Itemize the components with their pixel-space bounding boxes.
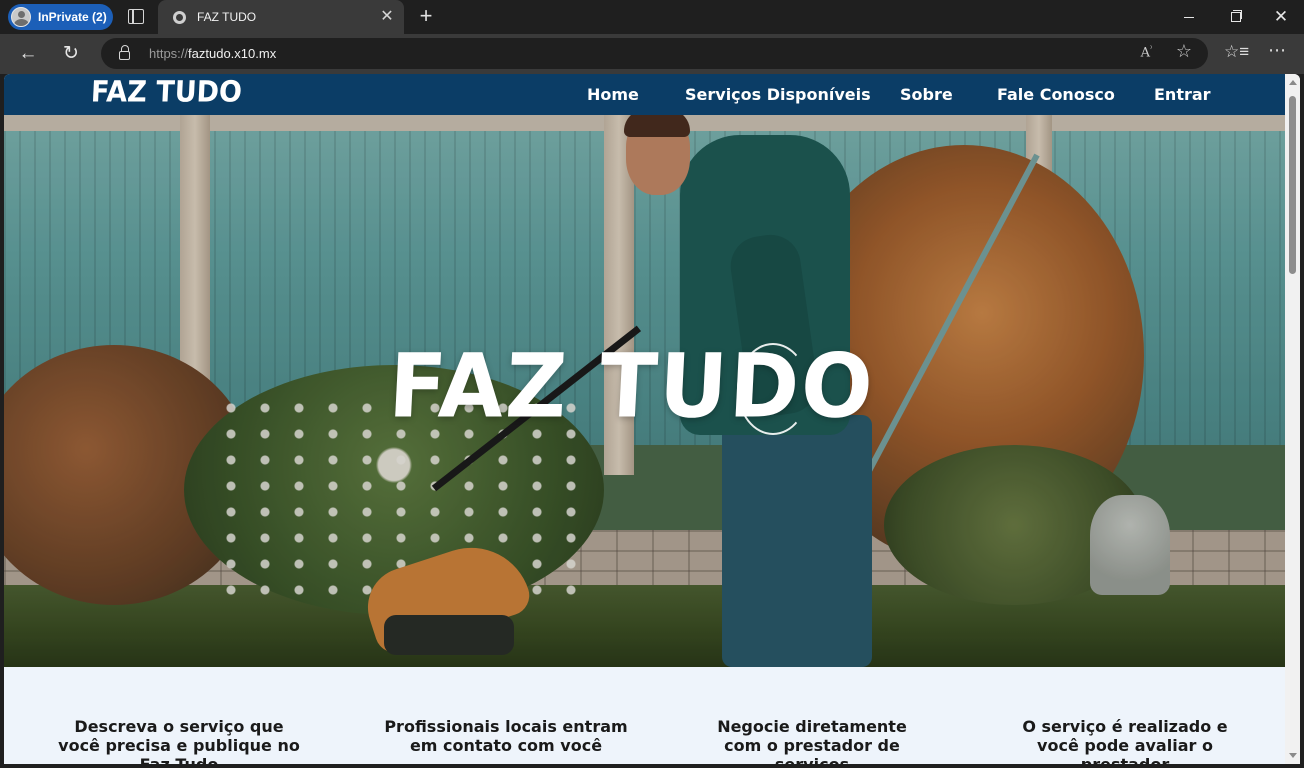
window-close-icon[interactable]: ✕: [1258, 0, 1304, 34]
hero-banner: FAZ TUDO: [4, 115, 1285, 667]
scroll-thumb[interactable]: [1289, 96, 1296, 274]
maximize-icon[interactable]: [1212, 0, 1258, 34]
browser-tab-bar: InPrivate (2) FAZ TUDO ✕ + ✕: [0, 0, 1304, 34]
site-header: FAZ TUDO Home Serviços Disponíveis Sobre…: [4, 74, 1285, 115]
active-tab[interactable]: FAZ TUDO ✕: [158, 0, 404, 34]
site-favicon: [173, 11, 186, 24]
url-scheme: https://: [149, 46, 189, 61]
step-text: Profissionais locais entram em contato c…: [384, 717, 628, 755]
nav-fale-conosco[interactable]: Fale Conosco: [997, 85, 1115, 104]
nav-entrar[interactable]: Entrar: [1154, 85, 1211, 104]
how-it-works-section: Descreva o serviço que você precisa e pu…: [4, 667, 1285, 764]
site-logo[interactable]: FAZ TUDO: [90, 76, 243, 109]
minimize-icon[interactable]: [1166, 0, 1212, 34]
url-text[interactable]: https://faztudo.x10.mx: [149, 46, 276, 61]
close-icon[interactable]: ✕: [378, 8, 396, 26]
favorites-icon[interactable]: ☆≡: [1224, 42, 1249, 62]
browser-toolbar: ← ↻ https://faztudo.x10.mx A⁾ ☆ ☆≡ ⋯: [0, 34, 1304, 74]
profile-avatar-icon: [11, 7, 31, 27]
url-host: faztudo.x10.mx: [188, 46, 277, 61]
step-text: Descreva o serviço que você precisa e pu…: [58, 717, 300, 764]
tab-title: FAZ TUDO: [197, 10, 257, 24]
scroll-down-arrow-icon[interactable]: [1289, 753, 1297, 758]
scroll-up-arrow-icon[interactable]: [1289, 80, 1297, 85]
plus-icon[interactable]: +: [414, 5, 438, 29]
profile-label: InPrivate (2): [38, 10, 107, 24]
back-arrow-icon[interactable]: ←: [14, 41, 42, 67]
reload-icon[interactable]: ↻: [57, 41, 85, 67]
step-text: Negocie diretamente com o prestador de s…: [717, 717, 907, 764]
nav-sobre[interactable]: Sobre: [900, 85, 953, 104]
star-icon[interactable]: ☆: [1176, 41, 1192, 62]
hero-title-ring: [737, 343, 809, 435]
nav-servicos-disponiveis[interactable]: Serviços Disponíveis: [685, 85, 871, 104]
profile-button[interactable]: InPrivate (2): [8, 4, 113, 30]
nav-home[interactable]: Home: [587, 85, 639, 104]
read-aloud-icon[interactable]: A⁾: [1141, 44, 1152, 60]
page-scrollbar[interactable]: [1285, 74, 1300, 764]
page-viewport: FAZ TUDO Home Serviços Disponíveis Sobre…: [4, 74, 1300, 764]
address-bar[interactable]: https://faztudo.x10.mx A⁾ ☆: [101, 38, 1208, 69]
tab-actions-icon[interactable]: [128, 9, 144, 24]
lock-icon[interactable]: [119, 45, 130, 60]
step-text: O serviço é realizado e você pode avalia…: [1022, 717, 1228, 764]
more-icon[interactable]: ⋯: [1268, 40, 1287, 61]
